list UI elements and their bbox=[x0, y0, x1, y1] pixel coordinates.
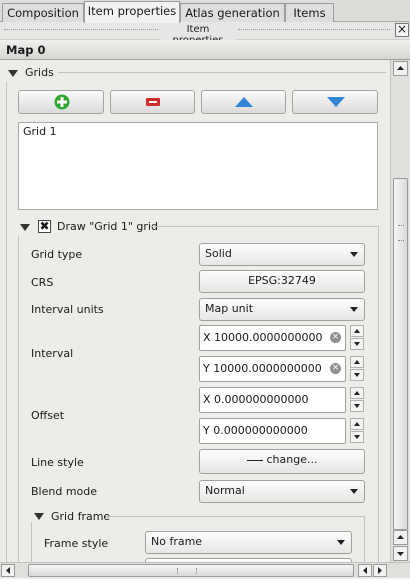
remove-icon bbox=[146, 98, 160, 106]
frame-style-select[interactable]: No frame bbox=[145, 531, 352, 554]
dock-grip-right bbox=[238, 29, 390, 30]
add-grid-button[interactable] bbox=[18, 90, 104, 114]
remove-grid-button[interactable] bbox=[110, 90, 195, 114]
draw-grid-border-left bbox=[18, 236, 19, 562]
crs-label: CRS bbox=[31, 276, 54, 289]
grid-type-value: Solid bbox=[205, 247, 232, 260]
chevron-down-icon bbox=[350, 489, 358, 494]
tab-item-properties[interactable]: Item properties bbox=[84, 1, 180, 23]
collapse-grids-icon[interactable] bbox=[8, 70, 18, 77]
chevron-down-icon bbox=[350, 252, 358, 257]
grid-frame-label: Grid frame bbox=[51, 510, 111, 523]
spin-down-icon[interactable] bbox=[350, 400, 364, 412]
move-grid-up-button[interactable] bbox=[201, 90, 286, 114]
interval-x-input[interactable]: X 10000.0000000000 bbox=[199, 325, 346, 351]
grid-frame-border-right bbox=[364, 516, 365, 562]
tab-atlas-generation[interactable]: Atlas generation bbox=[180, 3, 285, 22]
crs-button[interactable]: EPSG:32749 bbox=[199, 270, 365, 293]
crs-value: EPSG:32749 bbox=[248, 274, 316, 287]
grip-icon bbox=[398, 225, 404, 241]
grid-frame-group-line bbox=[106, 516, 364, 517]
interval-units-label: Interval units bbox=[31, 303, 104, 316]
grip-icon bbox=[177, 568, 197, 574]
spin-up-icon[interactable] bbox=[350, 325, 364, 337]
blend-mode-value: Normal bbox=[205, 484, 245, 497]
properties-panel: Grids Grid 1 ✖ Draw "Grid 1" grid Grid t… bbox=[0, 60, 390, 562]
grid-list[interactable]: Grid 1 bbox=[18, 122, 378, 210]
grids-group-label: Grids bbox=[25, 66, 54, 79]
frame-style-label: Frame style bbox=[44, 537, 109, 550]
line-style-value: change... bbox=[266, 453, 318, 466]
blend-mode-select[interactable]: Normal bbox=[199, 480, 365, 503]
scroll-left-icon[interactable] bbox=[1, 564, 15, 577]
clear-icon[interactable]: × bbox=[330, 332, 341, 343]
grid-type-label: Grid type bbox=[31, 248, 83, 261]
grid-type-select[interactable]: Solid bbox=[199, 243, 365, 266]
spin-down-icon[interactable] bbox=[350, 338, 364, 350]
draw-grid-border-right bbox=[378, 226, 379, 562]
draw-grid-checkbox[interactable]: ✖ bbox=[38, 220, 51, 233]
spin-up-icon[interactable] bbox=[350, 356, 364, 368]
grids-group-line bbox=[58, 72, 386, 73]
clear-icon[interactable]: × bbox=[330, 363, 341, 374]
map-title: Map 0 bbox=[0, 40, 410, 60]
offset-label: Offset bbox=[31, 409, 65, 422]
line-style-button[interactable]: change... bbox=[199, 449, 365, 474]
horizontal-scroll-thumb[interactable] bbox=[28, 564, 354, 577]
draw-grid-group-line bbox=[150, 226, 378, 227]
interval-y-input[interactable]: Y 10000.0000000000 bbox=[199, 356, 346, 382]
vertical-scroll-thumb[interactable] bbox=[393, 178, 408, 530]
horizontal-scrollbar[interactable] bbox=[0, 562, 410, 577]
arrow-down-icon bbox=[327, 97, 345, 107]
interval-units-select[interactable]: Map unit bbox=[199, 298, 365, 321]
scroll-up-icon[interactable] bbox=[393, 530, 408, 545]
interval-label: Interval bbox=[31, 347, 74, 360]
chevron-down-icon bbox=[350, 307, 358, 312]
dock-grip-left bbox=[4, 29, 158, 30]
line-style-label: Line style bbox=[31, 456, 84, 469]
offset-x-input[interactable]: X 0.000000000000 bbox=[199, 387, 346, 413]
chevron-down-icon bbox=[337, 540, 345, 545]
vertical-scrollbar[interactable] bbox=[390, 60, 410, 562]
scroll-down-icon[interactable] bbox=[393, 546, 408, 561]
frame-style-value: No frame bbox=[151, 535, 203, 548]
collapse-grid-frame-icon[interactable] bbox=[34, 513, 44, 520]
spin-down-icon[interactable] bbox=[350, 369, 364, 381]
scroll-right-icon[interactable] bbox=[373, 564, 387, 577]
interval-units-value: Map unit bbox=[205, 302, 254, 315]
move-grid-down-button[interactable] bbox=[292, 90, 378, 114]
line-preview-icon bbox=[246, 459, 263, 461]
draw-grid-label: Draw "Grid 1" grid bbox=[57, 220, 158, 233]
spin-down-icon[interactable] bbox=[350, 431, 364, 443]
close-icon[interactable]: × bbox=[395, 23, 409, 37]
add-icon bbox=[54, 94, 70, 110]
grid-frame-border-left bbox=[31, 522, 32, 562]
grids-group-border-left bbox=[6, 82, 7, 562]
tab-composition[interactable]: Composition bbox=[2, 3, 84, 22]
spin-up-icon[interactable] bbox=[350, 418, 364, 430]
offset-y-input[interactable]: Y 0.000000000000 bbox=[199, 418, 346, 444]
scroll-up-icon[interactable] bbox=[393, 61, 408, 76]
spin-up-icon[interactable] bbox=[350, 387, 364, 399]
scroll-left-icon[interactable] bbox=[358, 564, 372, 577]
tab-bar: Composition Item properties Atlas genera… bbox=[0, 0, 410, 23]
tab-items[interactable]: Items bbox=[285, 3, 334, 22]
dock-title-bar[interactable]: Item properties × bbox=[0, 22, 410, 46]
list-item-grid-1[interactable]: Grid 1 bbox=[23, 125, 57, 138]
collapse-draw-grid-icon[interactable] bbox=[20, 224, 30, 231]
blend-mode-label: Blend mode bbox=[31, 485, 98, 498]
arrow-up-icon bbox=[235, 97, 253, 107]
